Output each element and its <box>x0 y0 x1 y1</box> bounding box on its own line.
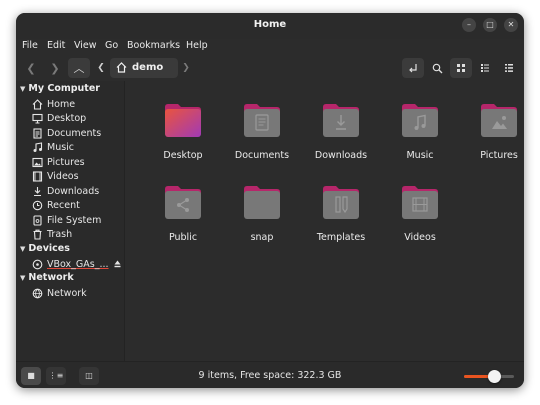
pathbar-home-button[interactable]: demo <box>110 58 178 78</box>
home-icon <box>116 62 127 73</box>
sidebar-item-vbox[interactable]: VBox_GAs_... <box>32 257 122 271</box>
sidebar-item-music[interactable]: Music <box>32 141 122 155</box>
path-right-icon[interactable]: ❯ <box>180 58 192 78</box>
sidebar-section-devices[interactable]: ▼ Devices <box>20 243 70 254</box>
status-text: 9 items, Free space: 322.3 GB <box>198 370 342 381</box>
path-left-icon[interactable]: ❮ <box>94 58 108 78</box>
forward-icon[interactable]: ❯ <box>44 58 66 78</box>
file-item-music[interactable]: Music <box>382 101 458 173</box>
sidebar-item-desktop[interactable]: Desktop <box>32 112 122 126</box>
path-crumb: demo <box>132 62 164 73</box>
folder-videos-icon <box>402 186 438 219</box>
menubar: File Edit View Go Bookmarks Help <box>16 39 524 57</box>
file-item-snap[interactable]: snap <box>224 183 300 255</box>
chevron-down-icon: ▼ <box>20 85 26 93</box>
sidebar-item-trash[interactable]: Trash <box>32 228 122 242</box>
menu-view[interactable]: View <box>74 40 97 51</box>
sidebar: ▼ My Computer Home Desktop Documents Musi… <box>16 81 125 361</box>
parent-folder-icon[interactable]: ︿ <box>68 58 90 78</box>
trash-icon <box>33 229 42 240</box>
folder-documents-icon <box>244 104 280 137</box>
file-name: Public <box>168 232 198 243</box>
chevron-down-icon: ▼ <box>20 245 26 253</box>
folder-downloads-icon <box>323 104 359 137</box>
home-icon <box>32 98 43 110</box>
eject-icon[interactable] <box>114 260 121 268</box>
music-icon <box>33 142 43 152</box>
sidebar-item-network[interactable]: Network <box>32 286 122 300</box>
close-icon[interactable]: ✕ <box>504 18 518 32</box>
file-item-templates[interactable]: Templates <box>303 183 379 255</box>
file-item-pictures[interactable]: Pictures <box>461 101 524 173</box>
folder-music-icon <box>402 104 438 137</box>
file-item-videos[interactable]: Videos <box>382 183 458 255</box>
file-name: Documents <box>234 150 290 161</box>
downloads-icon <box>34 186 41 196</box>
zoom-slider-handle[interactable] <box>487 370 501 383</box>
file-name: Music <box>406 150 434 161</box>
file-name: snap <box>250 232 274 243</box>
disc-icon <box>32 259 43 269</box>
network-icon <box>32 288 43 298</box>
compact-view-icon[interactable] <box>498 58 520 78</box>
menu-bookmarks[interactable]: Bookmarks <box>127 40 180 51</box>
filesystem-icon <box>33 214 42 226</box>
back-icon[interactable]: ❮ <box>20 58 42 78</box>
sidebar-item-downloads[interactable]: Downloads <box>32 184 122 198</box>
chevron-down-icon: ▼ <box>20 274 26 282</box>
file-name: Templates <box>316 232 366 243</box>
sidebar-section-my-computer[interactable]: ▼ My Computer <box>20 83 100 94</box>
sidebar-item-pictures[interactable]: Pictures <box>32 155 122 169</box>
file-view[interactable]: Desktop Documents Downloads Music Pictur… <box>125 81 524 361</box>
window-title: Home <box>253 19 287 30</box>
sidebar-item-recent[interactable]: Recent <box>32 199 122 213</box>
menu-edit[interactable]: Edit <box>47 40 65 51</box>
file-item-downloads[interactable]: Downloads <box>303 101 379 173</box>
recent-icon <box>32 200 43 211</box>
folder-desktop-icon <box>165 104 201 137</box>
menu-file[interactable]: File <box>22 40 38 51</box>
file-name: Desktop <box>163 150 203 161</box>
sidebar-item-file-system[interactable]: File System <box>32 213 122 227</box>
zoom-slider[interactable] <box>464 370 514 383</box>
file-item-public[interactable]: Public <box>145 183 221 255</box>
icon-view-icon[interactable] <box>450 58 472 78</box>
sidebar-item-documents[interactable]: Documents <box>32 126 122 140</box>
desktop-icon <box>32 113 43 124</box>
file-manager-window: Home – □ ✕ File Edit View Go Bookmarks H… <box>16 13 524 388</box>
list-view-icon[interactable] <box>474 58 496 78</box>
menu-help[interactable]: Help <box>186 40 208 51</box>
file-item-desktop[interactable]: Desktop <box>145 101 221 173</box>
toggle-location-icon[interactable] <box>402 58 424 78</box>
folder-public-icon <box>165 186 201 219</box>
pictures-icon <box>32 157 43 167</box>
file-name: Downloads <box>314 150 368 161</box>
statusbar: ■ ⋮≡ ◫ 9 items, Free space: 322.3 GB <box>16 361 524 388</box>
file-name: Videos <box>404 232 436 243</box>
sidebar-item-videos[interactable]: Videos <box>32 170 122 184</box>
file-item-documents[interactable]: Documents <box>224 101 300 173</box>
titlebar[interactable]: Home – □ ✕ <box>16 13 524 39</box>
minimize-icon[interactable]: – <box>462 18 476 32</box>
menu-go[interactable]: Go <box>105 40 118 51</box>
documents-icon <box>33 127 42 139</box>
sidebar-item-home[interactable]: Home <box>32 97 122 111</box>
folder-pictures-icon <box>481 104 517 137</box>
sidebar-section-network[interactable]: ▼ Network <box>20 272 74 283</box>
file-name: Pictures <box>480 150 518 161</box>
maximize-icon[interactable]: □ <box>483 18 497 32</box>
videos-icon <box>32 171 43 182</box>
search-icon[interactable] <box>426 58 448 78</box>
toolbar: ❮ ❯ ︿ ❮ demo ❯ <box>16 57 524 81</box>
folder-templates-icon <box>323 186 359 219</box>
folder-snap-icon <box>244 186 280 219</box>
